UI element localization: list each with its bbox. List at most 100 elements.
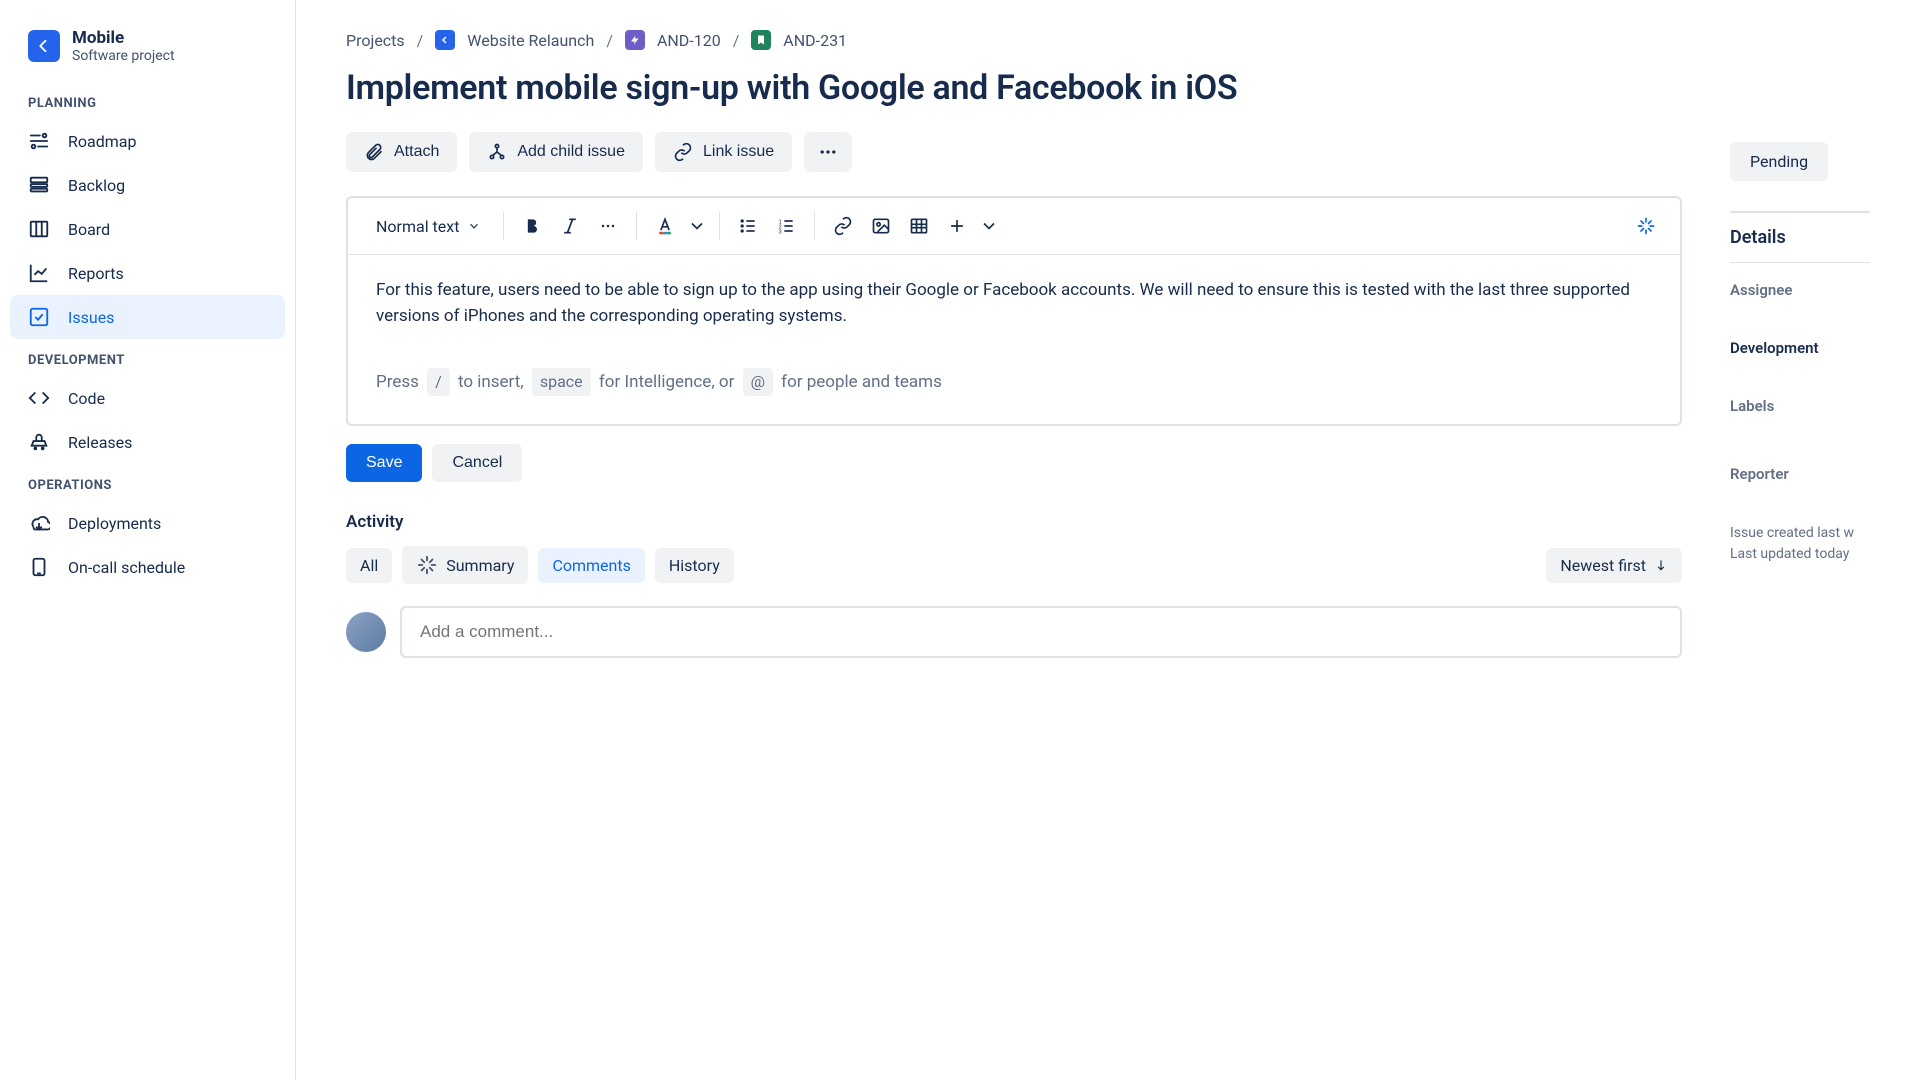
sidebar-item-label: Issues bbox=[68, 308, 114, 327]
add-child-button[interactable]: Add child issue bbox=[469, 132, 643, 172]
description-editor: Normal text 123 bbox=[346, 196, 1682, 426]
sidebar-item-deployments[interactable]: Deployments bbox=[10, 501, 285, 545]
toolbar-separator bbox=[719, 212, 720, 240]
editor-toolbar: Normal text 123 bbox=[348, 198, 1680, 255]
add-child-label: Add child issue bbox=[517, 143, 625, 161]
breadcrumb: Projects / Website Relaunch / AND-120 / … bbox=[346, 30, 1682, 50]
comment-input[interactable] bbox=[400, 606, 1682, 658]
bullet-list-icon bbox=[738, 216, 758, 236]
project-type: Software project bbox=[72, 48, 175, 64]
field-assignee-label[interactable]: Assignee bbox=[1730, 281, 1870, 299]
tab-history[interactable]: History bbox=[655, 548, 734, 583]
sidebar-item-code[interactable]: Code bbox=[10, 376, 285, 420]
text-color-icon bbox=[655, 216, 675, 236]
toolbar-separator bbox=[503, 212, 504, 240]
text-color-dropdown[interactable] bbox=[687, 210, 707, 242]
page-title[interactable]: Implement mobile sign-up with Google and… bbox=[346, 68, 1682, 108]
tab-all[interactable]: All bbox=[346, 548, 392, 583]
avatar[interactable] bbox=[346, 612, 386, 652]
more-format-button[interactable] bbox=[592, 210, 624, 242]
comment-composer bbox=[346, 606, 1682, 658]
insert-link-button[interactable] bbox=[827, 210, 859, 242]
field-development-label[interactable]: Development bbox=[1730, 339, 1870, 357]
numbered-list-icon: 123 bbox=[776, 216, 796, 236]
sidebar-item-label: Backlog bbox=[68, 176, 125, 195]
tab-summary[interactable]: Summary bbox=[402, 546, 528, 584]
breadcrumb-separator: / bbox=[606, 31, 613, 50]
sidebar-item-oncall[interactable]: On-call schedule bbox=[10, 545, 285, 589]
editor-hint: Press / to insert, space for Intelligenc… bbox=[376, 368, 1652, 397]
sidebar-item-board[interactable]: Board bbox=[10, 207, 285, 251]
breadcrumb-projects[interactable]: Projects bbox=[346, 31, 405, 50]
bold-button[interactable] bbox=[516, 210, 548, 242]
field-labels-label[interactable]: Labels bbox=[1730, 397, 1870, 415]
details-panel: Pending Details Assignee Development Lab… bbox=[1730, 30, 1870, 1050]
link-icon bbox=[673, 142, 693, 162]
sidebar-item-issues[interactable]: Issues bbox=[10, 295, 285, 339]
activity-tabs: All Summary Comments History Newest firs… bbox=[346, 546, 1682, 584]
reports-icon bbox=[28, 262, 50, 284]
meta-created: Issue created last w bbox=[1730, 523, 1870, 544]
insert-more-dropdown[interactable] bbox=[979, 210, 999, 242]
ai-assist-button[interactable] bbox=[1630, 210, 1662, 242]
insert-more-button[interactable] bbox=[941, 210, 973, 242]
chevron-down-icon bbox=[467, 219, 481, 233]
section-label-planning: PLANNING bbox=[10, 82, 285, 119]
italic-button[interactable] bbox=[554, 210, 586, 242]
table-icon bbox=[909, 216, 929, 236]
sidebar-item-roadmap[interactable]: Roadmap bbox=[10, 119, 285, 163]
editor-content[interactable]: For this feature, users need to be able … bbox=[348, 255, 1680, 424]
ai-sparkle-icon bbox=[416, 554, 438, 576]
breadcrumb-separator: / bbox=[733, 31, 740, 50]
add-child-icon bbox=[487, 142, 507, 162]
board-icon bbox=[28, 218, 50, 240]
project-header[interactable]: Mobile Software project bbox=[10, 24, 285, 82]
bullet-list-button[interactable] bbox=[732, 210, 764, 242]
sidebar-item-label: Code bbox=[68, 389, 105, 408]
breadcrumb-website-relaunch[interactable]: Website Relaunch bbox=[467, 31, 594, 50]
breadcrumb-and-120[interactable]: AND-120 bbox=[657, 31, 721, 50]
numbered-list-button[interactable]: 123 bbox=[770, 210, 802, 242]
project-logo-icon bbox=[28, 30, 60, 62]
bold-icon bbox=[522, 216, 542, 236]
status-dropdown[interactable]: Pending bbox=[1730, 142, 1828, 181]
attach-icon bbox=[364, 142, 384, 162]
story-crumb-icon bbox=[751, 30, 771, 50]
save-button[interactable]: Save bbox=[346, 444, 422, 482]
more-actions-button[interactable] bbox=[804, 132, 852, 172]
project-name: Mobile bbox=[72, 28, 175, 48]
attach-button[interactable]: Attach bbox=[346, 132, 457, 172]
sidebar-item-label: Releases bbox=[68, 433, 132, 452]
tab-comments[interactable]: Comments bbox=[538, 548, 644, 583]
chevron-down-icon bbox=[979, 216, 999, 236]
details-header[interactable]: Details bbox=[1730, 211, 1870, 263]
more-icon bbox=[818, 142, 838, 162]
link-issue-button[interactable]: Link issue bbox=[655, 132, 792, 172]
breadcrumb-separator: / bbox=[417, 31, 424, 50]
breadcrumb-and-231[interactable]: AND-231 bbox=[783, 31, 847, 50]
arrow-down-icon bbox=[1654, 558, 1668, 572]
sidebar-item-reports[interactable]: Reports bbox=[10, 251, 285, 295]
insert-image-button[interactable] bbox=[865, 210, 897, 242]
main-area: Projects / Website Relaunch / AND-120 / … bbox=[296, 0, 1920, 1080]
tab-summary-label: Summary bbox=[446, 556, 514, 575]
sort-button[interactable]: Newest first bbox=[1546, 548, 1682, 583]
sidebar-item-backlog[interactable]: Backlog bbox=[10, 163, 285, 207]
text-color-button[interactable] bbox=[649, 210, 681, 242]
svg-text:3: 3 bbox=[779, 230, 782, 236]
action-row: Attach Add child issue Link issue bbox=[346, 132, 1682, 172]
code-icon bbox=[28, 387, 50, 409]
insert-table-button[interactable] bbox=[903, 210, 935, 242]
plus-icon bbox=[947, 216, 967, 236]
content-column: Projects / Website Relaunch / AND-120 / … bbox=[346, 30, 1682, 1050]
sidebar-item-label: Deployments bbox=[68, 514, 161, 533]
oncall-icon bbox=[28, 556, 50, 578]
cancel-button[interactable]: Cancel bbox=[432, 444, 522, 482]
slash-key: / bbox=[427, 368, 450, 397]
releases-icon bbox=[28, 431, 50, 453]
text-style-dropdown[interactable]: Normal text bbox=[366, 211, 491, 242]
field-reporter-label[interactable]: Reporter bbox=[1730, 465, 1870, 483]
deployments-icon bbox=[28, 512, 50, 534]
at-key: @ bbox=[743, 368, 773, 397]
sidebar-item-releases[interactable]: Releases bbox=[10, 420, 285, 464]
